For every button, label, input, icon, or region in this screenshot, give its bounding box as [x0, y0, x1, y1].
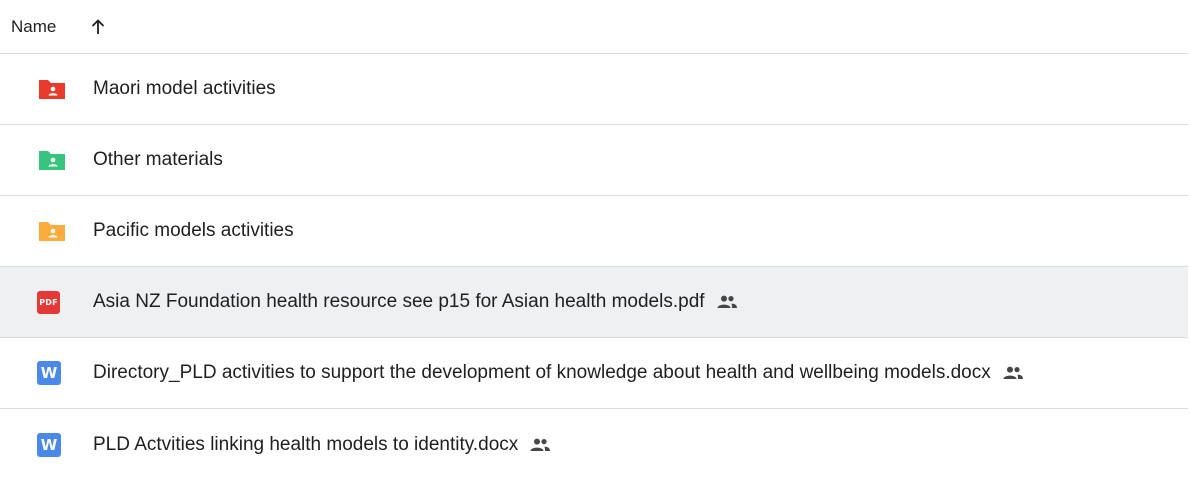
shared-people-icon	[1003, 366, 1023, 379]
file-row-maori-model-activities[interactable]: Maori model activities	[0, 54, 1188, 125]
file-name: PLD Actvities linking health models to i…	[93, 433, 519, 455]
shared-icon-wrap	[529, 435, 553, 455]
file-type-icon-wrap	[37, 77, 67, 101]
shared-folder-icon	[39, 79, 65, 99]
arrow-up-icon	[92, 18, 105, 34]
word-doc-icon: W	[37, 361, 61, 385]
shared-people-icon	[717, 295, 737, 308]
name-column-header[interactable]: Name	[11, 17, 56, 37]
file-type-icon-wrap	[37, 219, 67, 243]
file-name: Asia NZ Foundation health resource see p…	[93, 291, 705, 312]
file-name: Other materials	[93, 149, 223, 170]
file-name: Maori model activities	[93, 78, 276, 99]
file-row-pacific-models-activities[interactable]: Pacific models activities	[0, 196, 1188, 267]
file-type-icon-wrap	[37, 148, 67, 172]
shared-icon-wrap	[1002, 363, 1026, 383]
file-row-asia-nz-foundation-pdf[interactable]: PDF Asia NZ Foundation health resource s…	[0, 267, 1188, 338]
file-name: Pacific models activities	[93, 220, 294, 241]
file-type-icon-wrap: W	[37, 432, 67, 457]
file-row-other-materials[interactable]: Other materials	[0, 125, 1188, 196]
sort-ascending-button[interactable]	[86, 15, 110, 39]
shared-folder-icon	[39, 150, 65, 170]
list-header: Name	[0, 0, 1188, 54]
file-list: Name Maori model activities Other materi…	[0, 0, 1190, 466]
file-row-pld-actvities-docx[interactable]: W PLD Actvities linking health models to…	[0, 409, 1188, 480]
shared-folder-icon	[39, 221, 65, 241]
shared-icon-wrap	[716, 292, 740, 312]
word-doc-icon: W	[37, 432, 61, 457]
file-type-icon-wrap: PDF	[37, 290, 67, 314]
shared-people-icon	[530, 438, 551, 451]
file-row-directory-pld-docx[interactable]: W Directory_PLD activities to support th…	[0, 338, 1188, 409]
file-name: Directory_PLD activities to support the …	[93, 362, 991, 383]
pdf-icon: PDF	[37, 290, 60, 314]
file-type-icon-wrap: W	[37, 361, 67, 385]
